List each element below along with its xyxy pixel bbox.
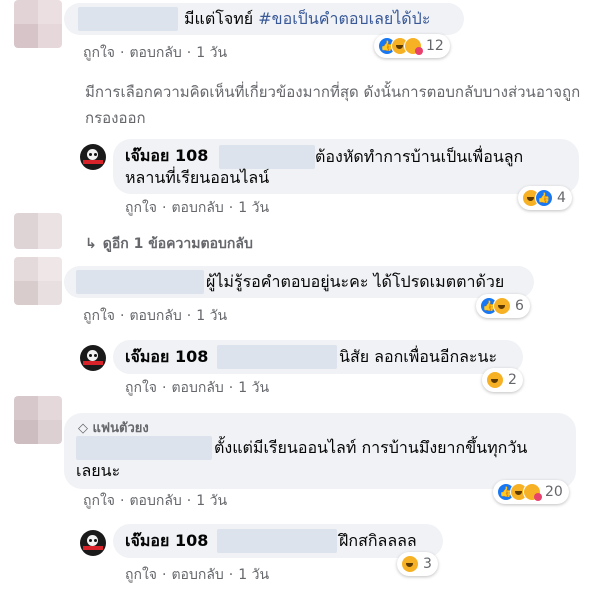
reply-arrow-icon: ↳ [85,236,97,252]
reaction-summary[interactable]: 👍 4 [518,186,572,210]
haha-icon [401,555,419,573]
like-button[interactable]: ถูกใจ [83,493,115,509]
reaction-count: 4 [557,190,566,206]
replier-name[interactable]: เจ๊มอย 108 [125,345,208,370]
like-button[interactable]: ถูกใจ [125,200,157,216]
like-button[interactable]: ถูกใจ [125,380,157,396]
tagged-name-redacted[interactable] [217,345,337,369]
timestamp[interactable]: 1 วัน [238,567,269,583]
reply-button[interactable]: ตอบกลับ [129,493,181,509]
replier-avatar[interactable] [80,530,106,556]
reply-text: ฝึกสกิลลลล [339,531,417,550]
reply-button[interactable]: ตอบกลับ [129,45,181,61]
haha-icon [493,297,511,315]
comment-actions: ถูกใจ · ตอบกลับ · 1 วัน [83,308,228,324]
replier-name[interactable]: เจ๊มอย 108 [125,529,208,554]
top-fan-badge: ◇ แฟนตัวยง [78,421,149,436]
reaction-summary[interactable]: 2 [482,368,523,392]
reaction-count: 2 [508,372,517,388]
timestamp[interactable]: 1 วัน [238,200,269,216]
reply-button[interactable]: ตอบกลับ [171,200,223,216]
comment-actions: ถูกใจ · ตอบกลับ · 1 วัน [83,493,228,509]
timestamp[interactable]: 1 วัน [238,380,269,396]
comment-text-line1: ตั้งแต่มีเรียนออนไลท์ การบ้านมึงยากขึ้นท… [214,438,528,457]
commenter-name-redacted[interactable] [76,436,212,460]
comment-actions: ถูกใจ · ตอบกลับ · 1 วัน [83,45,228,61]
reply-bubble: เจ๊มอย 108 ฝึกสกิลลลล [113,524,443,558]
haha-icon [486,371,504,389]
reaction-summary[interactable]: 3 [397,552,438,576]
comment-bubble: ผู้ไม่รู้รอคำตอบอยู่นะคะ ได้โปรดเมตตาด้ว… [64,266,534,298]
like-button[interactable]: ถูกใจ [83,308,115,324]
commenter-avatar[interactable] [14,0,62,48]
reply-bubble: เจ๊มอย 108 นิสัย ลอกเพื่อนอีกละนะ [113,340,523,374]
hashtag-link[interactable]: #ขอเป็นคำตอบเลยได้ป่ะ [258,9,430,28]
commenter-avatar[interactable] [14,396,62,444]
reply-actions: ถูกใจ · ตอบกลับ · 1 วัน [125,200,270,216]
comment-text-line2: เลยนะ [76,461,121,480]
care-icon [404,37,423,55]
like-icon: 👍 [535,189,553,207]
reply-actions: ถูกใจ · ตอบกลับ · 1 วัน [125,380,270,396]
commenter-name-redacted[interactable] [76,270,204,294]
comment-bubble: ◇ แฟนตัวยง ตั้งแต่มีเรียนออนไลท์ การบ้าน… [64,413,576,489]
reply-button[interactable]: ตอบกลับ [171,567,223,583]
replier-avatar[interactable] [80,345,106,371]
reaction-summary[interactable]: 👍 6 [476,294,530,318]
reaction-count: 3 [423,556,432,572]
timestamp[interactable]: 1 วัน [196,308,227,324]
reaction-count: 12 [426,38,444,54]
reaction-summary[interactable]: 👍 20 [493,480,569,504]
commenter-avatar[interactable] [14,257,62,305]
reply-button[interactable]: ตอบกลับ [171,380,223,396]
like-button[interactable]: ถูกใจ [83,45,115,61]
reply-text: นิสัย ลอกเพื่อนอีกละนะ [339,347,498,366]
filter-notice: มีการเลือกความคิดเห็นที่เกี่ยวข้องมากที่… [85,83,581,127]
care-icon [523,483,542,501]
replier-avatar[interactable] [80,144,106,170]
commenter-avatar-extra [14,213,62,249]
reply-text-line1: ต้องหัดทำการบ้านเป็นเพื่อนลูก [315,147,524,166]
comment-text: ผู้ไม่รู้รอคำตอบอยู่นะคะ ได้โปรดเมตตาด้ว… [206,272,505,291]
reply-bubble: เจ๊มอย 108 ต้องหัดทำการบ้านเป็นเพื่อนลูก… [113,139,579,194]
timestamp[interactable]: 1 วัน [196,493,227,509]
tagged-name-redacted[interactable] [217,529,337,553]
comment-bubble: มีแต่โจทย์ #ขอเป็นคำตอบเลยได้ป่ะ [64,3,464,35]
reaction-count: 20 [545,484,563,500]
reply-text-line2: หลานที่เรียนออนไลน์ [125,168,270,187]
reply-actions: ถูกใจ · ตอบกลับ · 1 วัน [125,567,270,583]
commenter-name-redacted[interactable] [78,7,178,31]
reply-button[interactable]: ตอบกลับ [129,308,181,324]
reaction-summary[interactable]: 👍 12 [374,34,450,58]
like-button[interactable]: ถูกใจ [125,567,157,583]
diamond-icon: ◇ [78,421,88,436]
timestamp[interactable]: 1 วัน [196,45,227,61]
view-more-replies-link[interactable]: ↳ ดูอีก 1 ข้อความตอบกลับ [85,233,253,255]
comment-text: มีแต่โจทย์ #ขอเป็นคำตอบเลยได้ป่ะ [184,9,431,28]
reaction-count: 6 [515,298,524,314]
